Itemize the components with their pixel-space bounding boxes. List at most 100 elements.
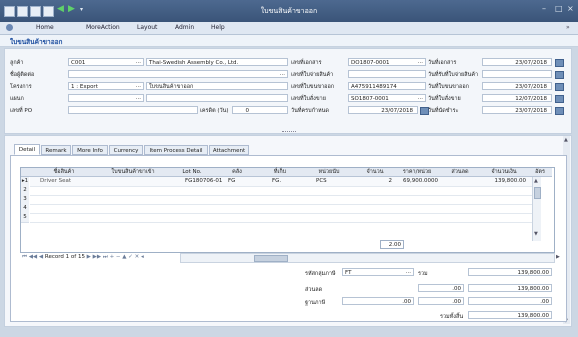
- project-desc-field[interactable]: ใบขนสินค้าขาออก: [146, 82, 288, 90]
- po-field[interactable]: [68, 106, 198, 114]
- issue-no-label: เลขที่ใบจ่ายสินค้า: [291, 72, 334, 78]
- calendar-icon[interactable]: [555, 83, 564, 91]
- nav-actions-icon: ▶ ▶▶ ⏭ + − ▲ ✓ ✕ ◂: [84, 254, 144, 260]
- vat-amount-field: .00: [468, 297, 552, 305]
- form-title-bar: ใบขนสินค้าขาออก: [0, 35, 578, 47]
- qty-total: 2.00: [380, 240, 404, 249]
- cell-price[interactable]: 69,900.0000: [394, 177, 438, 186]
- hscroll-right-icon[interactable]: ▶: [556, 254, 560, 260]
- exportdate-field[interactable]: 23/07/2018: [482, 82, 552, 90]
- cell-qty[interactable]: 2: [356, 177, 393, 186]
- contact-label: ชื่อผู้ติดต่อ: [10, 72, 35, 78]
- cell-name[interactable]: Driver Seat: [40, 177, 71, 186]
- menu-help[interactable]: Help: [211, 24, 225, 31]
- cell-amount[interactable]: 139,800.00: [480, 177, 527, 186]
- issue-no-field[interactable]: [348, 70, 426, 78]
- grand-total-label: รวมทั้งสิ้น: [440, 314, 464, 320]
- form-title: ใบขนสินค้าขาออก: [10, 38, 63, 46]
- calendar-icon[interactable]: [555, 107, 564, 115]
- col-header-amount[interactable]: จำนวนเงิน: [480, 168, 528, 177]
- project-label: โครงการ: [10, 84, 32, 90]
- docdate-field[interactable]: 23/07/2018: [482, 58, 552, 66]
- docdate-label: วันที่เอกสาร: [428, 60, 457, 66]
- close-icon[interactable]: ×: [567, 4, 574, 13]
- grid-scroll-up-icon[interactable]: ▲: [534, 178, 538, 184]
- col-header-discount[interactable]: ส่วนลด: [440, 168, 480, 177]
- credit-field[interactable]: 0: [232, 106, 288, 114]
- paydate-field[interactable]: 23/07/2018: [482, 106, 552, 114]
- menu-moreaction[interactable]: MoreAction: [86, 24, 120, 31]
- orderno-label: เลขที่ใบสั่งขาย: [291, 96, 326, 102]
- grid-corner: [21, 168, 30, 177]
- col-header-location[interactable]: ที่เก็บ: [258, 168, 302, 177]
- calendar-icon[interactable]: [555, 95, 564, 103]
- total-field: 139,800.00: [468, 268, 552, 276]
- menu-home[interactable]: Home: [36, 24, 54, 31]
- col-header-unit[interactable]: หน่วยนับ: [302, 168, 356, 177]
- discount-field[interactable]: .00: [418, 284, 464, 292]
- contact-field[interactable]: ···: [68, 70, 288, 78]
- nav-first-icon: ⏮ ◀◀ ◀: [22, 254, 45, 260]
- ribbon-expand-icon[interactable]: »: [566, 24, 570, 31]
- po-label: เลขที่ PO: [10, 108, 33, 114]
- cell-warehouse[interactable]: FG: [228, 177, 235, 186]
- after-discount-field: 139,800.00: [468, 284, 552, 292]
- cell-location[interactable]: FG.: [272, 177, 281, 186]
- col-header-qty[interactable]: จำนวน: [356, 168, 394, 177]
- customer-code-field[interactable]: C001 ···: [68, 58, 144, 66]
- customer-label: ลูกค้า: [10, 60, 24, 66]
- paydate-label: วันที่นัดชำระ: [428, 108, 459, 114]
- grid-scroll-down-icon[interactable]: ▼: [534, 231, 538, 237]
- minimize-icon[interactable]: –: [542, 4, 546, 13]
- col-header-rate[interactable]: อัตร: [528, 168, 552, 177]
- issuedate-field[interactable]: [482, 70, 552, 78]
- tab-currency[interactable]: Currency: [109, 145, 143, 155]
- col-header-import-doc[interactable]: ใบขนสินค้าขาเข้า: [98, 168, 168, 177]
- lookup-icon: ···: [135, 60, 141, 66]
- maximize-icon[interactable]: □: [555, 4, 563, 13]
- issuedate-label: วันที่รับที่ใบจ่ายสินค้า: [428, 72, 479, 78]
- project-field[interactable]: 1 : Export ···: [68, 82, 144, 90]
- splitter-handle[interactable]: [282, 131, 296, 134]
- menu-admin[interactable]: Admin: [175, 24, 194, 31]
- grid-scroll-thumb[interactable]: [534, 187, 541, 199]
- base-field: .00: [342, 297, 414, 305]
- orderdate-label: วันที่ใบสั่งขาย: [428, 96, 461, 102]
- window-title: ใบขนสินค้าขาออก: [260, 7, 318, 15]
- exportno-label: เลขที่ใบขนขาออก: [291, 84, 335, 90]
- tab-attachment[interactable]: Attachment: [209, 145, 249, 155]
- tab-more-info[interactable]: More Info: [72, 145, 108, 155]
- docno-label: เลขที่เอกสาร: [291, 60, 322, 66]
- dept-field[interactable]: ···: [68, 94, 144, 102]
- vat-rate-field[interactable]: .00: [418, 297, 464, 305]
- row-number[interactable]: 5: [21, 213, 29, 223]
- dept-label: แผนก: [10, 96, 24, 102]
- tab-remark[interactable]: Remark: [41, 145, 71, 155]
- tab-detail[interactable]: Detail: [14, 144, 40, 155]
- cell-lot[interactable]: FG180706-01: [185, 177, 222, 186]
- col-header-warehouse[interactable]: คลัง: [216, 168, 258, 177]
- app-menu-icon[interactable]: [6, 24, 13, 31]
- col-header-name[interactable]: ชื่อสินค้า: [30, 168, 98, 177]
- orderdate-field[interactable]: 12/07/2018: [482, 94, 552, 102]
- col-header-price[interactable]: ราคา/หน่วย: [394, 168, 440, 177]
- dept-desc-field[interactable]: [146, 94, 288, 102]
- discount-label: ส่วนลด: [305, 287, 323, 293]
- customer-name-field[interactable]: Thai-Swedish Assembly Co., Ltd.: [146, 58, 288, 66]
- grid-navigator[interactable]: ⏮ ◀◀ ◀ Record 1 of 15 ▶ ▶▶ ⏭ + − ▲ ✓ ✕ ◂: [22, 253, 312, 262]
- exportno-field[interactable]: A475911489174: [348, 82, 426, 90]
- menu-layout[interactable]: Layout: [137, 24, 157, 31]
- calendar-icon[interactable]: [555, 71, 564, 79]
- duedate-field[interactable]: 23/07/2018: [348, 106, 418, 114]
- orderno-field[interactable]: SO1807-0001 ···: [348, 94, 426, 102]
- table-row[interactable]: [30, 213, 536, 223]
- total-label: รวม: [418, 271, 428, 277]
- base-label: ฐานภาษี: [305, 300, 326, 306]
- col-header-lot[interactable]: Lot No.: [168, 168, 216, 177]
- docno-field[interactable]: DO1807-0001 ···: [348, 58, 426, 66]
- calendar-icon[interactable]: [555, 59, 564, 67]
- tax-code-field[interactable]: FT ···: [342, 268, 414, 276]
- tab-item-process-detail[interactable]: Item Process Detail: [144, 145, 208, 155]
- cell-unit[interactable]: PCS: [316, 177, 327, 186]
- scroll-up-icon[interactable]: ▲: [564, 137, 568, 143]
